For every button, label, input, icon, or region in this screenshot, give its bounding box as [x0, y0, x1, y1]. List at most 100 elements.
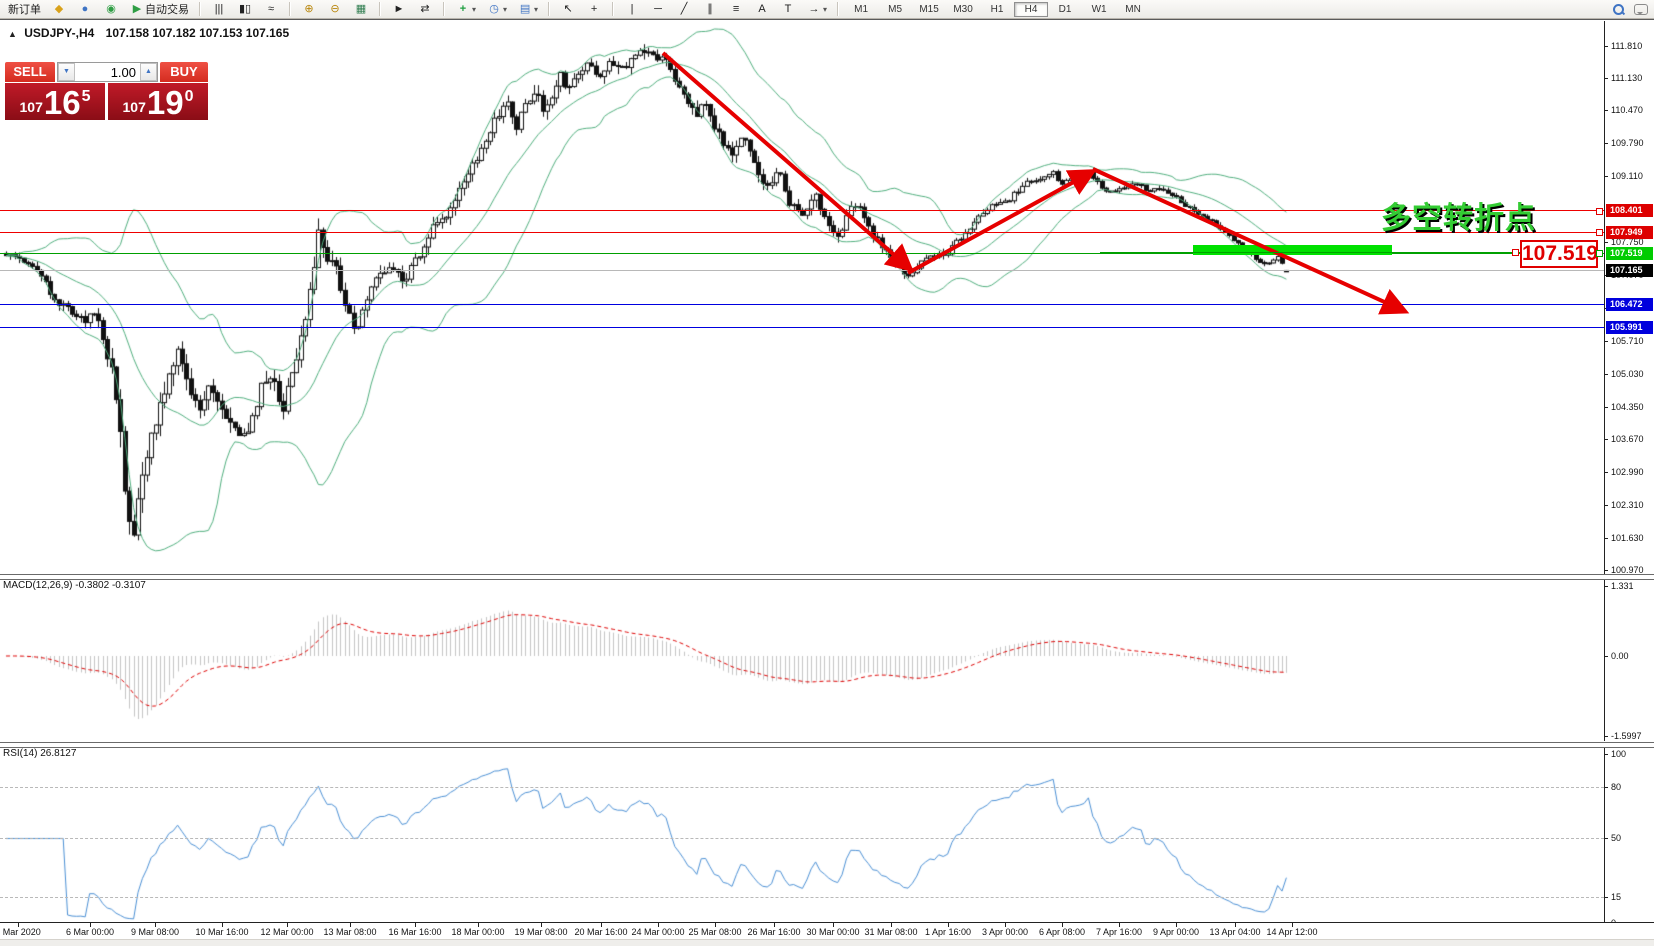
rsi-level-50 — [0, 838, 1604, 839]
trendlines-overlay[interactable] — [0, 21, 1604, 574]
sell-button[interactable]: SELL — [5, 62, 55, 82]
line-anchor[interactable] — [1596, 208, 1603, 215]
red-trendline-1[interactable] — [663, 53, 908, 267]
volume-input[interactable] — [75, 63, 140, 81]
toolbar-separator — [548, 2, 550, 16]
timeframe-button-h1[interactable]: H1 — [980, 2, 1014, 17]
toolbar-right-group — [1609, 4, 1654, 15]
timeframe-button-w1[interactable]: W1 — [1082, 2, 1116, 17]
red-trendline-3[interactable] — [1093, 169, 1402, 310]
timeframe-group: M1M5M15M30H1H4D1W1MN — [841, 0, 1153, 18]
crosshair-icon: + — [586, 1, 602, 17]
fibonacci-button[interactable]: ≡ — [723, 0, 749, 18]
templates-button[interactable]: ▤▾ — [512, 0, 543, 18]
new-order-button[interactable]: 新订单 — [3, 0, 46, 18]
timeframe-button-m15[interactable]: M15 — [912, 2, 946, 17]
macd-canvas[interactable] — [0, 578, 1604, 741]
timeframe-button-m5[interactable]: M5 — [878, 2, 912, 17]
text-tool-button[interactable]: A — [749, 0, 775, 18]
rsi-canvas[interactable] — [0, 746, 1604, 922]
timeframe-button-mn[interactable]: MN — [1116, 2, 1150, 17]
signals-icon: ◉ — [103, 1, 119, 17]
indicators-button[interactable]: +▾ — [450, 0, 481, 18]
vertical-line-button[interactable]: | — [619, 0, 645, 18]
autotrading-button[interactable]: ▶ 自动交易 — [124, 0, 194, 18]
collapse-panel-icon[interactable]: ▲ — [8, 29, 17, 39]
arrows-tool-icon: → — [806, 1, 822, 17]
toolbar-separator — [289, 2, 291, 16]
templates-icon: ▤ — [517, 1, 533, 17]
red-trendline-2[interactable] — [908, 173, 1090, 273]
price-axis[interactable]: 111.810111.130110.470109.790109.110107.7… — [1604, 21, 1654, 574]
scroll-group: ► ⇄ — [383, 0, 441, 18]
timeframe-button-d1[interactable]: D1 — [1048, 2, 1082, 17]
history-center-icon: ◆ — [51, 1, 67, 17]
price-callout-box[interactable]: 107.519 — [1520, 240, 1598, 268]
price-axis-tick — [1605, 176, 1608, 177]
zoom-in-button[interactable]: ⊕ — [296, 0, 322, 18]
line-anchor[interactable] — [1596, 250, 1603, 257]
crosshair-button[interactable]: + — [581, 0, 607, 18]
objects-group: | ─ ╱ ∥ ≡ A T →▾ — [616, 0, 835, 18]
panel-separator[interactable] — [0, 742, 1654, 748]
macd-panel[interactable]: MACD(12,26,9) -0.3802 -0.3107 — [0, 578, 1604, 741]
label-tool-button[interactable]: T — [775, 0, 801, 18]
buy-button[interactable]: BUY — [160, 62, 208, 82]
turning-point-annotation[interactable]: 多空转折点 — [1381, 193, 1536, 237]
autotrading-label: 自动交易 — [145, 1, 189, 17]
search-icon[interactable] — [1613, 4, 1624, 15]
price-axis-label: 110.470 — [1611, 105, 1643, 115]
sell-price-panel[interactable]: 107 16 5 — [5, 83, 105, 120]
callout-anchor[interactable] — [1512, 249, 1519, 256]
timeframe-button-m1[interactable]: M1 — [844, 2, 878, 17]
volume-increase-button[interactable]: ▲ — [140, 63, 157, 81]
price-axis-tick — [1605, 78, 1608, 79]
buy-price-panel[interactable]: 107 19 0 — [108, 83, 208, 120]
signals-button[interactable]: ◉ — [98, 0, 124, 18]
volume-decrease-button[interactable]: ▼ — [58, 63, 75, 81]
panel-separator[interactable] — [0, 574, 1654, 580]
line-anchor[interactable] — [1596, 229, 1603, 236]
symbol-title: USDJPY-,H4 — [24, 26, 94, 40]
tile-windows-button[interactable]: ▦ — [348, 0, 374, 18]
chat-icon[interactable] — [1634, 4, 1648, 15]
time-axis-label: 20 Mar 16:00 — [574, 927, 627, 937]
candlestick-chart-button[interactable]: ▮▯ — [232, 0, 258, 18]
rsi-panel[interactable]: RSI(14) 26.8127 — [0, 746, 1604, 922]
label-tool-icon: T — [780, 1, 796, 17]
price-axis-tick — [1605, 374, 1608, 375]
history-center-button[interactable]: ◆ — [46, 0, 72, 18]
timeframe-button-m30[interactable]: M30 — [946, 2, 980, 17]
horizontal-line-button[interactable]: ─ — [645, 0, 671, 18]
bar-chart-button[interactable]: ||| — [206, 0, 232, 18]
cursor-button[interactable]: ↖ — [555, 0, 581, 18]
price-axis-label: 101.630 — [1611, 533, 1644, 543]
channel-button[interactable]: ∥ — [697, 0, 723, 18]
chart-shift-button[interactable]: ⇄ — [412, 0, 438, 18]
trendline-button[interactable]: ╱ — [671, 0, 697, 18]
time-axis[interactable]: 4 Mar 20206 Mar 00:009 Mar 08:0010 Mar 1… — [0, 922, 1654, 939]
zoom-out-button[interactable]: ⊖ — [322, 0, 348, 18]
price-axis-tick — [1605, 242, 1608, 243]
trade-group: 新订单 ◆ ● ◉ ▶ 自动交易 — [0, 0, 197, 18]
arrows-tool-button[interactable]: →▾ — [801, 0, 832, 18]
community-button[interactable]: ● — [72, 0, 98, 18]
buy-price-digits: 19 — [147, 88, 184, 118]
price-axis-tick — [1605, 570, 1608, 571]
auto-scroll-button[interactable]: ► — [386, 0, 412, 18]
community-icon: ● — [77, 1, 93, 17]
periods-button[interactable]: ◷▾ — [481, 0, 512, 18]
tile-windows-icon: ▦ — [353, 1, 369, 17]
time-axis-label: 31 Mar 08:00 — [864, 927, 917, 937]
main-price-chart[interactable]: 多空转折点 107.519 — [0, 21, 1604, 574]
volume-widget: ▼ ▲ — [57, 62, 158, 82]
chart-window: ▲ USDJPY-,H4 107.158 107.182 107.153 107… — [0, 19, 1654, 946]
time-axis-label: 30 Mar 00:00 — [806, 927, 859, 937]
line-chart-button[interactable]: ≈ — [258, 0, 284, 18]
rsi-axis-label: 80 — [1611, 782, 1621, 792]
indicators-icon: + — [455, 1, 471, 17]
timeframe-button-h4[interactable]: H4 — [1014, 2, 1048, 17]
channel-icon: ∥ — [702, 1, 718, 17]
candlestick-chart-icon: ▮▯ — [237, 1, 253, 17]
price-tag-105.991: 105.991 — [1606, 321, 1653, 334]
